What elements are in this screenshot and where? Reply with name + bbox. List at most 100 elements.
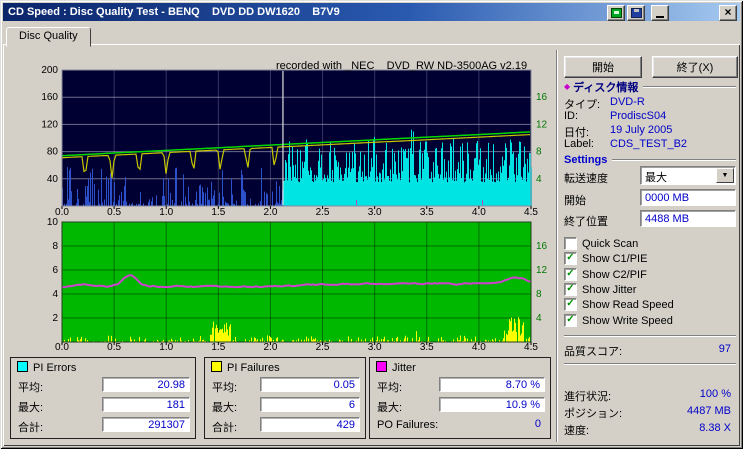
close-button[interactable]: × xyxy=(719,5,737,21)
checkbox-label: Quick Scan xyxy=(582,237,639,250)
start-position-value: 0000 MB xyxy=(645,191,690,204)
svg-text:2.0: 2.0 xyxy=(263,342,277,353)
checkbox-quick-scan[interactable]: ✓ Quick Scan xyxy=(564,237,638,250)
svg-text:16: 16 xyxy=(536,241,548,252)
jitter-legend: Jitter 平均: 8.70 % 最大: 10.9 % PO Failures: 0 xyxy=(369,357,551,439)
checkbox-show-read-speed[interactable]: ✓ Show Read Speed xyxy=(564,298,674,311)
svg-text:8: 8 xyxy=(536,289,542,300)
disc-info-icon: ◆ xyxy=(564,82,571,91)
combo-dropdown-button[interactable]: ▼ xyxy=(716,168,734,183)
legend-title-row: PI Errors xyxy=(11,358,195,375)
titlebar[interactable]: CD Speed : Disc Quality Test - BENQ DVD … xyxy=(3,3,740,21)
pi-failures-total-value: 429 xyxy=(260,417,360,432)
checkbox-box: ✓ xyxy=(564,314,577,327)
end-position-input[interactable]: 4488 MB xyxy=(640,210,736,227)
checkbox-box: ✓ xyxy=(564,298,577,311)
disc-id-value: ProdiscS04 xyxy=(610,110,667,122)
checkbox-label: Show C2/PIF xyxy=(582,268,647,281)
exit-button-label: 終了(X) xyxy=(676,62,714,74)
transfer-speed-select[interactable]: 最大 ▼ xyxy=(640,166,736,185)
save-results-button[interactable] xyxy=(627,5,645,21)
divider xyxy=(564,335,736,337)
checkbox-show-jitter[interactable]: ✓ Show Jitter xyxy=(564,283,636,296)
pi-errors-total-value: 291307 xyxy=(102,417,190,432)
pi-failures-swatch xyxy=(211,361,222,372)
position-label: ポジション: xyxy=(564,408,623,420)
settings-header: Settings xyxy=(564,153,736,166)
checkbox-box: ✓ xyxy=(564,268,577,281)
svg-text:3.5: 3.5 xyxy=(420,342,434,353)
svg-text:200: 200 xyxy=(41,65,58,76)
divider xyxy=(643,85,736,88)
disc-info-header: ◆ ディスク情報 xyxy=(564,80,736,94)
legend-name: PI Errors xyxy=(33,362,77,374)
speed-value: 8.38 X xyxy=(699,422,731,434)
disc-date-value: 19 July 2005 xyxy=(610,124,673,136)
position-value: 4487 MB xyxy=(686,405,731,417)
pi-failures-max-value: 6 xyxy=(260,397,360,412)
pi-failures-avg-value: 0.05 xyxy=(260,377,360,392)
checkbox-box: ✓ xyxy=(564,237,577,250)
legend-title-row: Jitter xyxy=(370,358,550,375)
check-icon: ✓ xyxy=(566,252,575,263)
minimize-icon xyxy=(656,15,664,18)
jitter-swatch xyxy=(376,361,387,372)
disc-label-label: Label: xyxy=(564,138,594,150)
total-label: 合計: xyxy=(212,422,238,434)
max-label: 最大: xyxy=(377,402,403,414)
jitter-max-value: 10.9 % xyxy=(439,397,545,412)
checkbox-label: Show Read Speed xyxy=(582,298,674,311)
checkbox-label: Show Jitter xyxy=(582,283,637,296)
svg-text:3.0: 3.0 xyxy=(368,342,382,353)
start-position-input[interactable]: 0000 MB xyxy=(640,189,736,206)
avg-label: 平均: xyxy=(377,382,403,394)
svg-text:12: 12 xyxy=(536,119,548,130)
svg-text:2: 2 xyxy=(52,313,58,324)
start-button-label: 開始 xyxy=(592,62,614,74)
pi-failures-jitter-chart: 10 8 6 4 2 16 12 8 4 0.0 0.5 1.0 1.5 2.0 2.5 3.0 3.5 4.0 4… xyxy=(47,217,548,353)
pi-failures-legend: PI Failures 平均: 0.05 最大: 6 合計: 429 xyxy=(204,357,366,439)
exit-button[interactable]: 終了(X) xyxy=(652,56,738,78)
total-label: 合計: xyxy=(18,422,44,434)
checkbox-show-write-speed[interactable]: ✓ Show Write Speed xyxy=(564,314,673,327)
svg-text:120: 120 xyxy=(41,119,58,130)
titlebar-buttons: × xyxy=(607,5,737,21)
check-icon: ✓ xyxy=(566,298,575,309)
copy-graph-button[interactable] xyxy=(607,5,625,21)
svg-text:160: 160 xyxy=(41,92,58,103)
svg-text:4.0: 4.0 xyxy=(472,342,486,353)
tab-disc-quality[interactable]: Disc Quality xyxy=(6,27,91,47)
minimize-button[interactable] xyxy=(651,5,669,21)
svg-text:0.0: 0.0 xyxy=(55,342,69,353)
close-icon: × xyxy=(724,5,732,19)
checkbox-show-c2-pif[interactable]: ✓ Show C2/PIF xyxy=(564,268,647,281)
pi-errors-chart: 20016012080401612840.0 0.5 1.0 1.5 2.0 2.5 3.0… xyxy=(41,65,548,218)
avg-label: 平均: xyxy=(18,382,44,394)
end-position-label: 終了位置 xyxy=(564,216,608,228)
max-label: 最大: xyxy=(18,402,44,414)
po-failures-value: 0 xyxy=(534,418,541,430)
app-window: CD Speed : Disc Quality Test - BENQ DVD … xyxy=(0,0,743,449)
legend-name: Jitter xyxy=(392,362,416,374)
svg-text:8: 8 xyxy=(536,147,542,158)
start-button[interactable]: 開始 xyxy=(564,56,642,78)
svg-text:80: 80 xyxy=(47,147,59,158)
tabstrip: Disc Quality xyxy=(6,27,91,47)
check-icon: ✓ xyxy=(566,314,575,325)
svg-text:0.5: 0.5 xyxy=(107,342,121,353)
progress-label: 進行状況: xyxy=(564,391,612,403)
pi-errors-legend: PI Errors 平均: 20.98 最大: 181 合計: 291307 xyxy=(10,357,196,439)
avg-label: 平均: xyxy=(212,382,238,394)
pi-errors-avg-value: 20.98 xyxy=(102,377,190,392)
chevron-down-icon: ▼ xyxy=(721,172,729,179)
divider xyxy=(612,158,736,161)
disc-type-value: DVD-R xyxy=(610,96,645,108)
checkbox-box: ✓ xyxy=(564,252,577,265)
quality-score-label: 品質スコア: xyxy=(564,346,623,358)
checkbox-show-c1-pie[interactable]: ✓ Show C1/PIE xyxy=(564,252,647,265)
svg-text:4: 4 xyxy=(52,289,58,300)
recorded-with-label: recorded with _NEC DVD_RW ND-3500AG v2.1… xyxy=(276,60,528,72)
check-icon: ✓ xyxy=(566,268,575,279)
checkbox-box: ✓ xyxy=(564,283,577,296)
disc-label-value: CDS_TEST_B2 xyxy=(610,138,688,150)
